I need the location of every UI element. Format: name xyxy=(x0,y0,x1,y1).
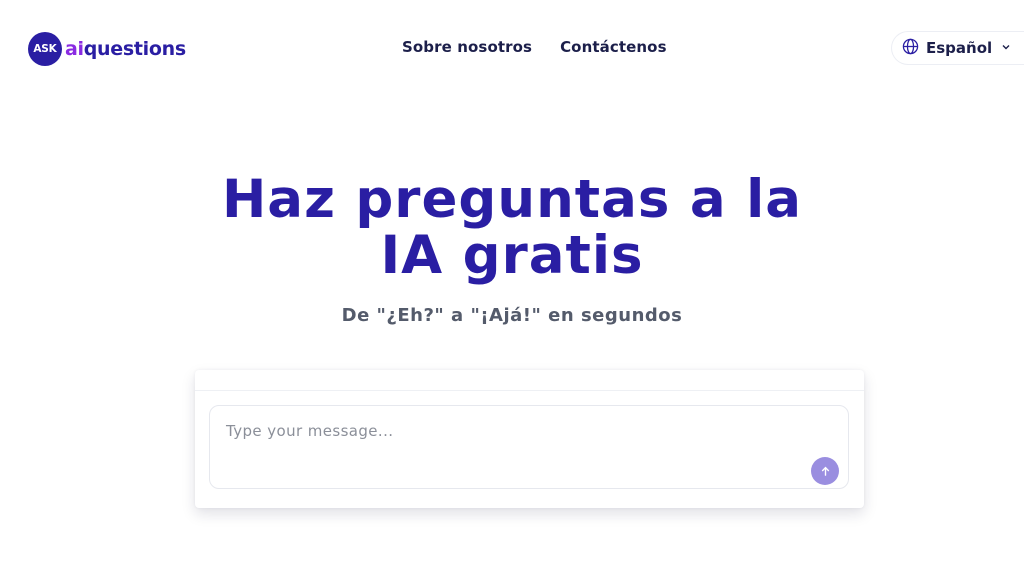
nav-about-link[interactable]: Sobre nosotros xyxy=(402,38,532,56)
logo[interactable]: ASK aiquestions xyxy=(28,32,186,66)
hero-title: Haz preguntas a la IA gratis xyxy=(0,172,1024,284)
main-nav: Sobre nosotros Contáctenos xyxy=(402,38,667,56)
message-input[interactable] xyxy=(224,420,788,464)
language-selector[interactable]: Español xyxy=(891,31,1024,65)
logo-badge: ASK xyxy=(28,32,62,66)
nav-contact-link[interactable]: Contáctenos xyxy=(560,38,667,56)
globe-icon xyxy=(902,38,919,59)
page: ASK aiquestions Sobre nosotros Contácten… xyxy=(0,0,1024,587)
hero-title-line1: Haz preguntas a la xyxy=(221,169,803,230)
arrow-up-icon xyxy=(820,462,831,481)
divider xyxy=(195,390,864,391)
hero-subtitle: De "¿Eh?" a "¡Ajá!" en segundos xyxy=(341,305,683,326)
message-input-container xyxy=(209,405,849,489)
send-button[interactable] xyxy=(811,457,839,485)
logo-wordmark-suffix: questions xyxy=(83,38,186,60)
chat-card xyxy=(195,370,864,508)
logo-wordmark-prefix: ai xyxy=(65,38,84,60)
chevron-down-icon xyxy=(1001,42,1011,55)
language-label: Español xyxy=(926,39,993,57)
hero-title-line2: IA gratis xyxy=(380,225,644,286)
logo-wordmark: aiquestions xyxy=(65,38,186,60)
